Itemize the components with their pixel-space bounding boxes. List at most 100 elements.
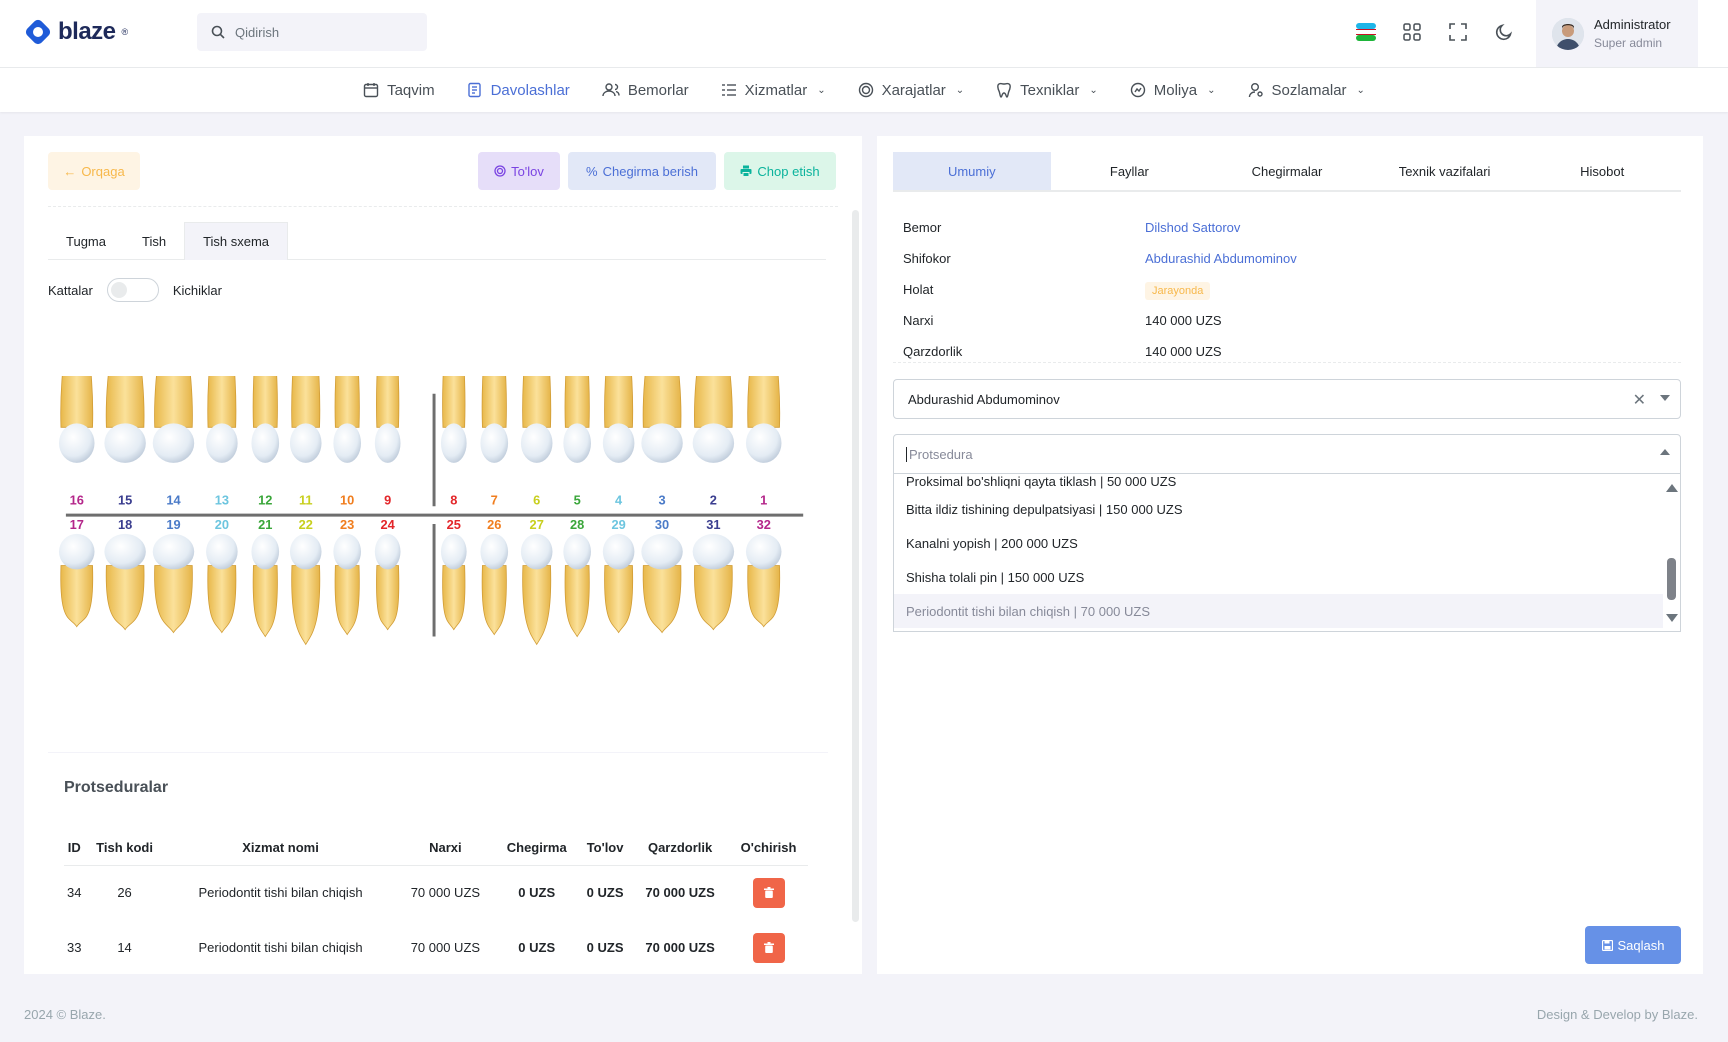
tab-tish[interactable]: Tish [124, 222, 184, 260]
tooth-13[interactable]: 13 [206, 376, 238, 507]
tooth-root [522, 376, 552, 428]
menu-label: Xarajatlar [881, 81, 946, 99]
delete-button[interactable] [752, 877, 785, 908]
tooth-21[interactable]: 21 [251, 517, 280, 638]
scroll-down-icon[interactable] [1666, 614, 1678, 622]
tooth-5[interactable]: 5 [563, 376, 591, 507]
tooth-9[interactable]: 9 [374, 376, 401, 507]
tab-texnik-vazifalari[interactable]: Texnik vazifalari [1366, 152, 1524, 190]
trash-icon [763, 887, 774, 899]
scroll-thumb[interactable] [1667, 558, 1676, 600]
doctor-select[interactable]: Abdurashid Abdumominov ✕ [893, 379, 1681, 419]
tooth-2[interactable]: 2 [692, 376, 735, 507]
tooth-root [105, 565, 145, 631]
menu-item-xarajatlar[interactable]: Xarajatlar ⌄ [842, 68, 981, 112]
patient-link[interactable]: Dilshod Sattorov [1145, 220, 1240, 235]
menu-item-davolashlar[interactable]: Davolashlar [451, 68, 586, 112]
save-label: Saqlash [1617, 937, 1665, 953]
procedure-option[interactable]: Shisha tolali pin | 150 000 UZS [894, 560, 1680, 594]
tab-chegirmalar[interactable]: Chegirmalar [1208, 152, 1366, 190]
procedure-select[interactable] [893, 434, 1681, 474]
print-button[interactable]: Chop etish [724, 152, 836, 190]
tooth-8[interactable]: 8 [440, 376, 467, 507]
tooth-32[interactable]: 32 [745, 517, 782, 628]
tooth-28[interactable]: 28 [563, 517, 591, 638]
procedure-option[interactable]: Proksimal bo'shliqni qayta tiklash | 50 … [894, 474, 1680, 492]
tooth-19[interactable]: 19 [152, 517, 195, 634]
tab-tish-sxema[interactable]: Tish sxema [184, 222, 289, 260]
tooth-17[interactable]: 17 [58, 517, 95, 628]
percent-icon: % [586, 163, 598, 179]
scroll-up-icon[interactable] [1666, 484, 1678, 492]
tab-fayllar[interactable]: Fayllar [1051, 152, 1209, 190]
procedure-option[interactable]: Bitta ildiz tishining depulpatsiyasi | 1… [894, 492, 1680, 526]
tab-hisobot[interactable]: Hisobot [1523, 152, 1681, 190]
menu-item-moliya[interactable]: Moliya ⌄ [1114, 68, 1232, 112]
tooth-11[interactable]: 11 [289, 376, 322, 507]
tooth-20[interactable]: 20 [206, 517, 238, 634]
tooth-root [334, 565, 360, 636]
cell-tooth: 26 [117, 885, 132, 901]
tooth-number: 8 [450, 492, 457, 507]
tooth-12[interactable]: 12 [251, 376, 280, 507]
clear-icon[interactable]: ✕ [1633, 390, 1646, 410]
cell-paid: 0 UZS [586, 885, 624, 901]
tooth-number: 20 [215, 517, 229, 532]
procedure-option-highlighted[interactable]: Periodontit tishi bilan chiqish | 70 000… [894, 594, 1680, 628]
doctor-link[interactable]: Abdurashid Abdumominov [1145, 251, 1297, 266]
toggle-knob [110, 282, 127, 298]
procedure-option[interactable]: Kanalni yopish | 200 000 UZS [894, 526, 1680, 560]
uz-flag-icon[interactable] [1352, 16, 1380, 48]
chevron-down-icon[interactable] [1660, 395, 1670, 401]
apps-grid-icon[interactable] [1398, 16, 1426, 48]
back-button[interactable]: ← Orqaga [48, 152, 140, 190]
tooth-number: 28 [570, 517, 584, 532]
save-button[interactable]: Saqlash [1585, 926, 1681, 964]
tooth-6[interactable]: 6 [520, 376, 553, 507]
menu-item-texniklar[interactable]: Texniklar ⌄ [980, 68, 1114, 112]
panel-scrollbar[interactable] [852, 210, 859, 922]
tooth-crown [563, 423, 591, 463]
tooth-24[interactable]: 24 [374, 517, 401, 631]
tooth-14[interactable]: 14 [152, 376, 195, 507]
tooth-23[interactable]: 23 [333, 517, 362, 636]
tooth-30[interactable]: 30 [641, 517, 683, 634]
tooth-3[interactable]: 3 [641, 376, 683, 507]
tooth-root [564, 376, 590, 428]
brand-logo[interactable]: blaze ® [24, 14, 128, 50]
tooth-7[interactable]: 7 [480, 376, 509, 507]
payment-button[interactable]: To'lov [478, 152, 560, 190]
tooth-crown [152, 423, 195, 463]
tooth-18[interactable]: 18 [104, 517, 146, 631]
tooth-25[interactable]: 25 [440, 517, 467, 631]
tab-umumiy[interactable]: Umumiy [893, 152, 1051, 190]
tooth-number: 22 [299, 517, 313, 532]
tooth-15[interactable]: 15 [104, 376, 146, 507]
tooth-4[interactable]: 4 [602, 376, 635, 507]
fullscreen-icon[interactable] [1444, 16, 1472, 48]
cell-debt: 70 000 UZS [645, 940, 715, 955]
delete-button[interactable] [752, 932, 785, 963]
tooth-1[interactable]: 1 [745, 376, 782, 507]
age-toggle[interactable] [106, 278, 159, 302]
tooth-10[interactable]: 10 [333, 376, 362, 507]
menu-item-taqvim[interactable]: Taqvim [347, 68, 451, 112]
tooth-27[interactable]: 27 [520, 517, 553, 646]
menu-item-bemorlar[interactable]: Bemorlar [586, 68, 705, 112]
menu-item-sozlamalar[interactable]: Sozlamalar ⌄ [1232, 68, 1381, 112]
tooth-26[interactable]: 26 [480, 517, 509, 636]
search-box[interactable] [197, 13, 427, 51]
user-menu[interactable]: Administrator Super admin [1536, 0, 1698, 67]
chevron-up-icon[interactable] [1660, 449, 1670, 455]
tab-tugma[interactable]: Tugma [48, 222, 124, 260]
menu-item-xizmatlar[interactable]: Xizmatlar ⌄ [705, 68, 842, 112]
tooth-22[interactable]: 22 [289, 517, 322, 646]
procedure-search-input[interactable] [906, 446, 1506, 462]
tooth-29[interactable]: 29 [602, 517, 635, 634]
search-input[interactable] [235, 24, 415, 40]
tooth-16[interactable]: 16 [58, 376, 95, 507]
options-scrollbar[interactable] [1663, 474, 1680, 631]
dark-mode-icon[interactable] [1490, 16, 1518, 48]
discount-button[interactable]: % Chegirma berish [568, 152, 716, 190]
tooth-31[interactable]: 31 [692, 517, 735, 631]
